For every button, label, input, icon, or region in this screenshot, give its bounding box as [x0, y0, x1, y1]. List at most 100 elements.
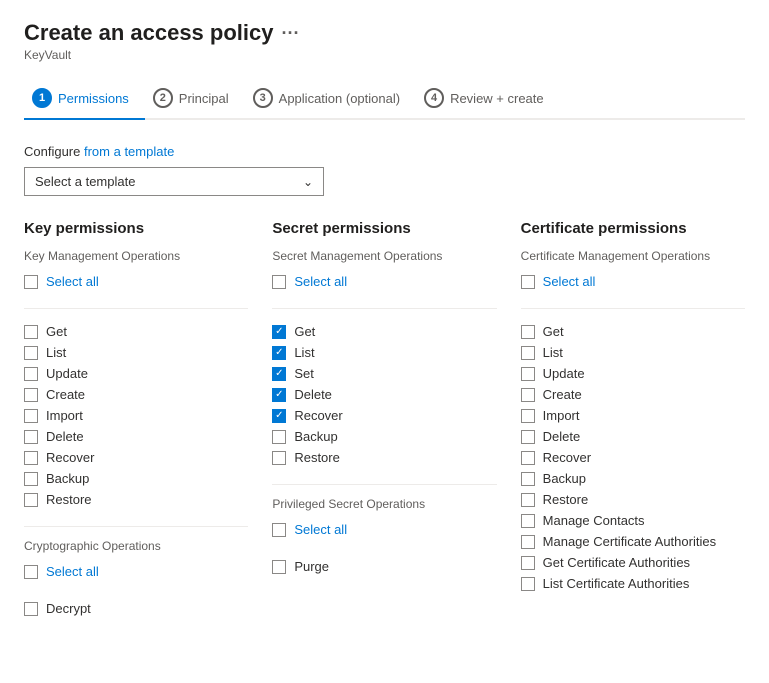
template-section: Configure from a template Select a templ… — [24, 144, 745, 196]
key-items-checkbox-8[interactable] — [24, 493, 38, 507]
key-select-all-checkbox[interactable] — [24, 275, 38, 289]
cert-items-checkbox-9[interactable] — [521, 514, 535, 528]
key-management-ops-title: Key Management Operations — [24, 249, 248, 263]
cert-divider-1 — [521, 308, 745, 309]
secret-items-label-0: Get — [294, 324, 315, 339]
list-item: Recover — [24, 447, 248, 468]
cert-items-checkbox-2[interactable] — [521, 367, 535, 381]
cert-items-checkbox-3[interactable] — [521, 388, 535, 402]
secret-items-checkbox-6[interactable] — [272, 451, 286, 465]
cert-items-checkbox-0[interactable] — [521, 325, 535, 339]
list-item: Get — [521, 321, 745, 342]
key-select-all-label[interactable]: Select all — [46, 274, 99, 289]
cert-items-checkbox-12[interactable] — [521, 577, 535, 591]
secret-items-checkbox-4[interactable] — [272, 409, 286, 423]
step-label-permissions: Permissions — [58, 91, 129, 106]
list-item: Set — [272, 363, 496, 384]
key-items-checkbox-6[interactable] — [24, 451, 38, 465]
secret-permissions-title: Secret permissions — [272, 220, 496, 237]
privileged-secret-ops-title: Privileged Secret Operations — [272, 497, 496, 511]
key-items-checkbox-7[interactable] — [24, 472, 38, 486]
cert-items-checkbox-1[interactable] — [521, 346, 535, 360]
list-item: Backup — [521, 468, 745, 489]
list-item: Update — [24, 363, 248, 384]
key-crypto-select-all-item: Select all — [24, 561, 248, 582]
step-principal[interactable]: 2 Principal — [145, 78, 245, 118]
list-item: Create — [521, 384, 745, 405]
secret-items-label-6: Restore — [294, 450, 340, 465]
key-items-label-3: Create — [46, 387, 85, 402]
cert-items-label-7: Backup — [543, 471, 586, 486]
secret-items-checkbox-0[interactable] — [272, 325, 286, 339]
cert-select-all-label[interactable]: Select all — [543, 274, 596, 289]
step-permissions[interactable]: 1 Permissions — [24, 78, 145, 120]
secret-management-ops-title: Secret Management Operations — [272, 249, 496, 263]
secret-divider-2 — [272, 484, 496, 485]
key-items-checkbox-4[interactable] — [24, 409, 38, 423]
list-item: Restore — [272, 447, 496, 468]
secret-items-label-4: Recover — [294, 408, 342, 423]
key-items-checkbox-5[interactable] — [24, 430, 38, 444]
key-items-checkbox-2[interactable] — [24, 367, 38, 381]
cert-items-label-8: Restore — [543, 492, 589, 507]
secret-select-all-checkbox[interactable] — [272, 275, 286, 289]
key-items-checkbox-0[interactable] — [24, 325, 38, 339]
cert-items-label-3: Create — [543, 387, 582, 402]
secret-items-checkbox-3[interactable] — [272, 388, 286, 402]
secret-items-checkbox-2[interactable] — [272, 367, 286, 381]
secret-items-checkbox-5[interactable] — [272, 430, 286, 444]
step-circle-3: 3 — [253, 88, 273, 108]
list-item: Update — [521, 363, 745, 384]
privileged-secret-list: Select all — [272, 519, 496, 540]
page-subtitle: KeyVault — [24, 48, 745, 62]
cert-items-checkbox-8[interactable] — [521, 493, 535, 507]
privileged-select-all-checkbox[interactable] — [272, 523, 286, 537]
key-crypto-ops-title: Cryptographic Operations — [24, 539, 248, 553]
secret-items2-checkbox-0[interactable] — [272, 560, 286, 574]
secret-items2-label-0: Purge — [294, 559, 329, 574]
step-application[interactable]: 3 Application (optional) — [245, 78, 416, 118]
secret-select-all-label[interactable]: Select all — [294, 274, 347, 289]
template-link[interactable]: from a template — [84, 144, 174, 159]
cert-items-label-2: Update — [543, 366, 585, 381]
list-item: Restore — [521, 489, 745, 510]
key-crypto-select-all-label[interactable]: Select all — [46, 564, 99, 579]
key-items-label-0: Get — [46, 324, 67, 339]
key-items-checkbox-1[interactable] — [24, 346, 38, 360]
page-title-row: Create an access policy ··· — [24, 20, 745, 46]
key-items2-checkbox-0[interactable] — [24, 602, 38, 616]
step-review-create[interactable]: 4 Review + create — [416, 78, 560, 118]
permissions-grid: Key permissions Key Management Operation… — [24, 220, 745, 635]
key-items-label-4: Import — [46, 408, 83, 423]
template-label: Configure from a template — [24, 144, 745, 159]
cert-items-checkbox-6[interactable] — [521, 451, 535, 465]
cert-items-checkbox-7[interactable] — [521, 472, 535, 486]
key-crypto-select-all-checkbox[interactable] — [24, 565, 38, 579]
chevron-down-icon: ⌄ — [303, 175, 313, 189]
secret-permissions-column: Secret permissions Secret Management Ope… — [272, 220, 496, 635]
list-item: Get — [272, 321, 496, 342]
key-crypto-items-list: Decrypt — [24, 598, 248, 619]
cert-items-checkbox-5[interactable] — [521, 430, 535, 444]
list-item: Recover — [521, 447, 745, 468]
list-item: Restore — [24, 489, 248, 510]
privileged-select-all-label[interactable]: Select all — [294, 522, 347, 537]
key-items2-label-0: Decrypt — [46, 601, 91, 616]
cert-items-label-6: Recover — [543, 450, 591, 465]
cert-items-label-4: Import — [543, 408, 580, 423]
key-permissions-column: Key permissions Key Management Operation… — [24, 220, 248, 635]
cert-items-label-12: List Certificate Authorities — [543, 576, 690, 591]
cert-items-checkbox-10[interactable] — [521, 535, 535, 549]
more-options-icon[interactable]: ··· — [281, 23, 299, 44]
key-items-label-2: Update — [46, 366, 88, 381]
cert-select-all-checkbox[interactable] — [521, 275, 535, 289]
cert-items-checkbox-11[interactable] — [521, 556, 535, 570]
template-dropdown[interactable]: Select a template ⌄ — [24, 167, 324, 196]
list-item: Delete — [521, 426, 745, 447]
list-item: Purge — [272, 556, 496, 577]
key-items-checkbox-3[interactable] — [24, 388, 38, 402]
cert-items-checkbox-4[interactable] — [521, 409, 535, 423]
template-selected-value: Select a template — [35, 174, 135, 189]
secret-items-list: GetListSetDeleteRecoverBackupRestore — [272, 321, 496, 468]
secret-items-checkbox-1[interactable] — [272, 346, 286, 360]
